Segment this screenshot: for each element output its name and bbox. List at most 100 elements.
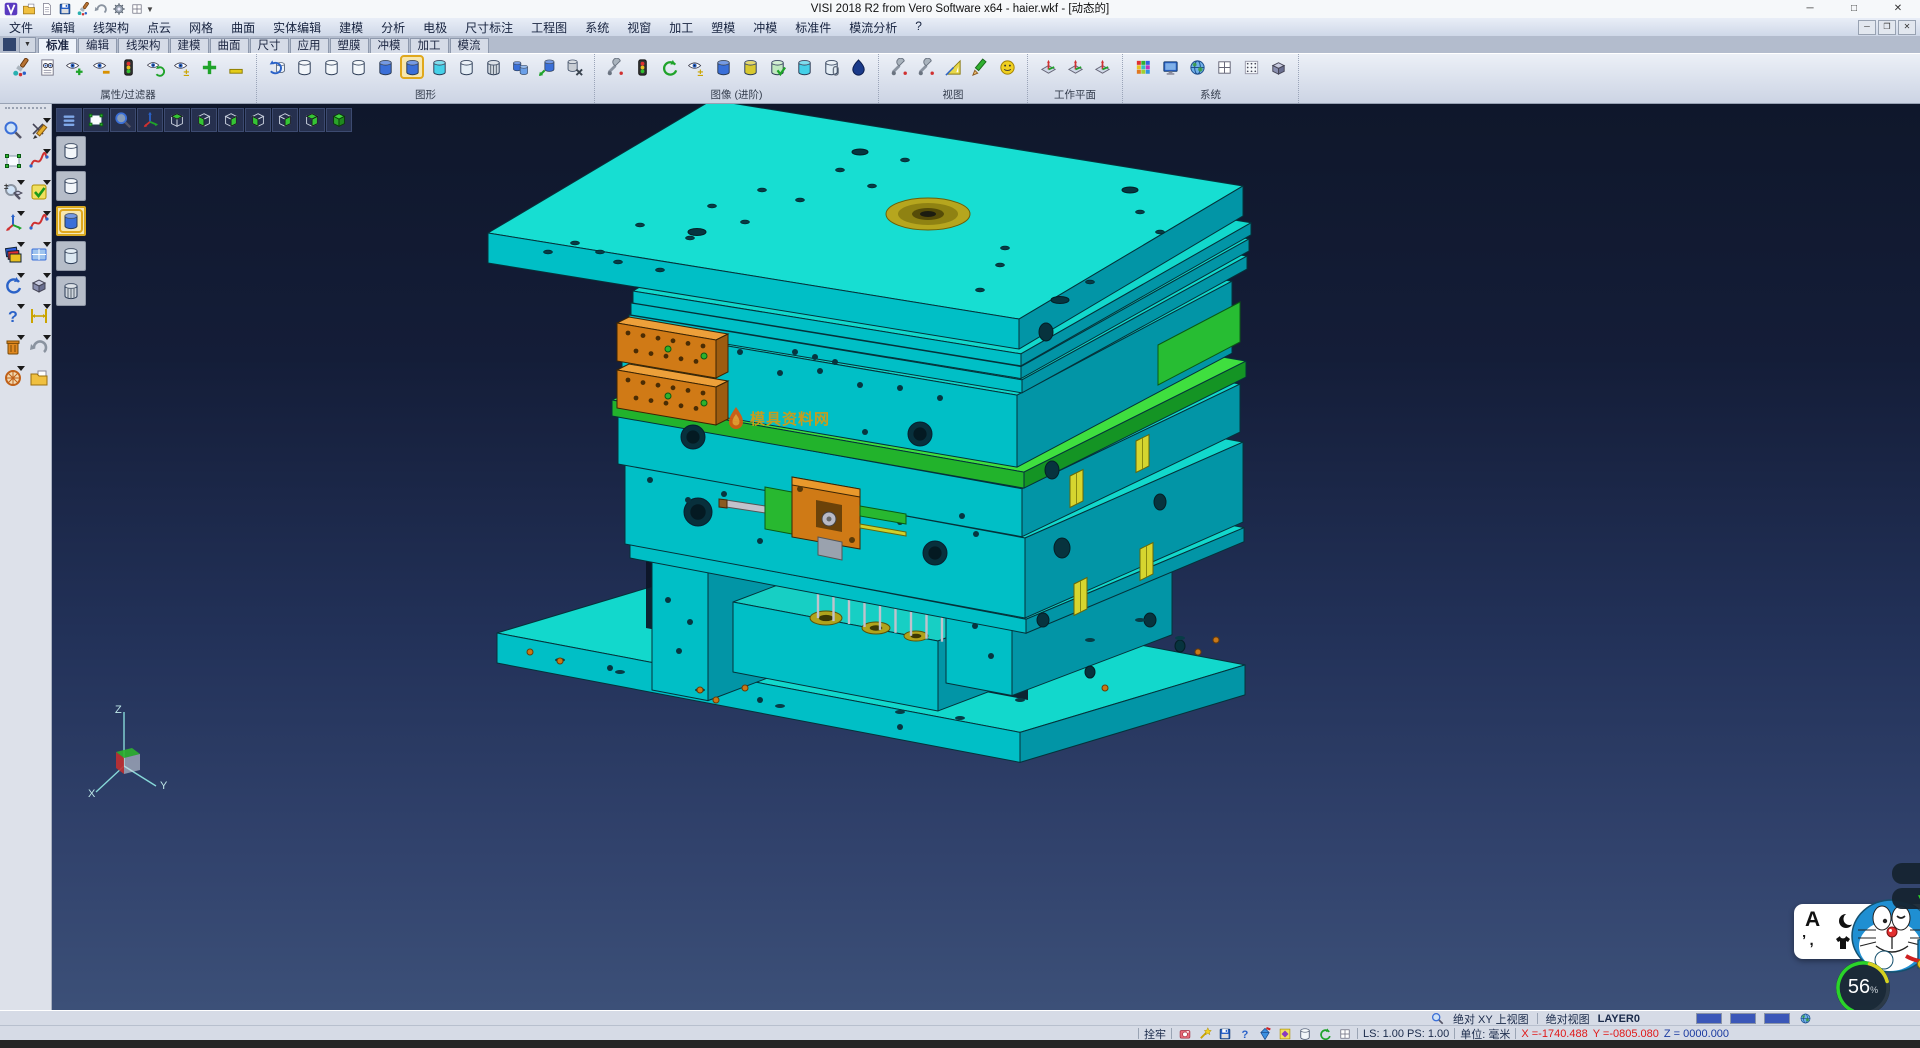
menu-item-11[interactable]: 工程图 bbox=[522, 18, 576, 37]
attribute-preview-icon[interactable] bbox=[37, 57, 57, 77]
view-smiley-icon[interactable] bbox=[997, 57, 1017, 77]
paint-icon[interactable] bbox=[75, 2, 90, 17]
selection-zoom-icon[interactable] bbox=[3, 120, 23, 140]
quick-access-caret-icon[interactable]: ▼ bbox=[144, 5, 154, 14]
app-logo-icon[interactable] bbox=[3, 2, 18, 17]
snapshot-icon[interactable] bbox=[1177, 1026, 1192, 1041]
refresh-rotate-icon[interactable] bbox=[1317, 1026, 1332, 1041]
grid-icon[interactable] bbox=[129, 2, 144, 17]
selection-wand-icon[interactable] bbox=[1197, 1026, 1212, 1041]
image-layer-blue-icon[interactable] bbox=[713, 57, 733, 77]
tab-10[interactable]: 模流 bbox=[450, 38, 489, 53]
layers-palette-icon[interactable] bbox=[3, 244, 23, 264]
dropdown-caret-icon[interactable] bbox=[43, 304, 51, 309]
toggle-visibility-icon[interactable]: ± bbox=[172, 57, 192, 77]
new-document-icon[interactable] bbox=[39, 2, 54, 17]
view-tools-icon[interactable] bbox=[889, 57, 909, 77]
tab-8[interactable]: 冲模 bbox=[370, 38, 409, 53]
view-left-icon[interactable] bbox=[194, 110, 214, 130]
show-entities-icon[interactable] bbox=[64, 57, 84, 77]
save-disk-icon[interactable] bbox=[57, 2, 72, 17]
view-top-icon[interactable] bbox=[167, 110, 187, 130]
tab-7[interactable]: 塑膜 bbox=[330, 38, 369, 53]
menu-item-3[interactable]: 点云 bbox=[138, 18, 180, 37]
select-window-icon[interactable] bbox=[86, 110, 106, 130]
tab-2[interactable]: 线架构 bbox=[118, 38, 169, 53]
help-icon[interactable]: ? bbox=[1237, 1026, 1252, 1041]
view-tools2-icon[interactable] bbox=[916, 57, 936, 77]
undo-arrow-icon[interactable] bbox=[29, 337, 49, 357]
3d-viewport[interactable]: 模具资料网 Z X Y A ’ , bbox=[52, 104, 1920, 1010]
strip-layer-light-icon[interactable] bbox=[61, 246, 81, 266]
strip-layer-striped-icon[interactable] bbox=[61, 281, 81, 301]
strip-layer-outline-icon[interactable] bbox=[61, 141, 81, 161]
dropdown-caret-icon[interactable] bbox=[43, 180, 51, 185]
system-box-icon[interactable] bbox=[1268, 57, 1288, 77]
layer-pair-icon[interactable] bbox=[510, 57, 530, 77]
menu-item-5[interactable]: 曲面 bbox=[222, 18, 264, 37]
close-button[interactable]: ✕ bbox=[1876, 0, 1920, 18]
sidebar-grip[interactable] bbox=[5, 107, 46, 114]
workplane-yz-icon[interactable] bbox=[1092, 57, 1112, 77]
paint-filter-icon[interactable] bbox=[10, 57, 30, 77]
validate-check-icon[interactable] bbox=[29, 182, 49, 202]
color-swatch-3[interactable] bbox=[1764, 1013, 1790, 1024]
layer-active-icon[interactable] bbox=[402, 57, 422, 77]
globe-icon[interactable] bbox=[1798, 1011, 1813, 1026]
move-axes-icon[interactable] bbox=[3, 213, 23, 233]
layer-blue-icon[interactable] bbox=[375, 57, 395, 77]
curve-edit-icon[interactable] bbox=[29, 151, 49, 171]
layer-outline2-icon[interactable] bbox=[321, 57, 341, 77]
view-back-icon[interactable] bbox=[275, 110, 295, 130]
menu-item-10[interactable]: 尺寸标注 bbox=[456, 18, 522, 37]
navigate-compass-icon[interactable] bbox=[3, 368, 23, 388]
menu-item-4[interactable]: 网格 bbox=[180, 18, 222, 37]
material-gem-icon[interactable] bbox=[1257, 1026, 1272, 1041]
select-rectangle-icon[interactable] bbox=[3, 151, 23, 171]
minimize-button[interactable]: ─ bbox=[1788, 0, 1832, 18]
image-refresh-icon[interactable] bbox=[659, 57, 679, 77]
speed-gauge[interactable]: 56% bbox=[1834, 956, 1898, 1010]
menu-item-15[interactable]: 塑模 bbox=[702, 18, 744, 37]
menu-item-1[interactable]: 编辑 bbox=[42, 18, 84, 37]
zoom-extents-icon[interactable]: ± bbox=[3, 182, 23, 202]
mdi-close-button[interactable]: ✕ bbox=[1898, 20, 1916, 35]
menu-item-6[interactable]: 实体编辑 bbox=[264, 18, 330, 37]
layer-tools-icon[interactable] bbox=[564, 57, 584, 77]
menu-item-18[interactable]: 模流分析 bbox=[840, 18, 906, 37]
dropdown-caret-icon[interactable] bbox=[43, 273, 51, 278]
undo-icon[interactable] bbox=[93, 2, 108, 17]
add-visible-icon[interactable] bbox=[199, 57, 219, 77]
settings-gear-icon[interactable] bbox=[111, 2, 126, 17]
menu-item-14[interactable]: 加工 bbox=[660, 18, 702, 37]
tab-9[interactable]: 加工 bbox=[410, 38, 449, 53]
menu-item-9[interactable]: 电极 bbox=[414, 18, 456, 37]
system-globe-icon[interactable] bbox=[1187, 57, 1207, 77]
help-question-icon[interactable]: ? bbox=[3, 306, 23, 326]
zoom-icon[interactable] bbox=[113, 110, 133, 130]
hide-entities-icon[interactable] bbox=[91, 57, 111, 77]
view-shaded-icon[interactable] bbox=[329, 110, 349, 130]
refresh-layers-icon[interactable] bbox=[267, 57, 287, 77]
image-shield-icon[interactable] bbox=[848, 57, 868, 77]
workplane-xz-icon[interactable] bbox=[1065, 57, 1085, 77]
remove-visible-icon[interactable] bbox=[226, 57, 246, 77]
layer-move-icon[interactable] bbox=[537, 57, 557, 77]
layer-outline-icon[interactable] bbox=[294, 57, 314, 77]
image-layer-check-icon[interactable] bbox=[767, 57, 787, 77]
measure-distance-icon[interactable] bbox=[29, 306, 49, 326]
layer-outline3-icon[interactable] bbox=[348, 57, 368, 77]
menu-item-19[interactable]: ? bbox=[906, 18, 931, 37]
maximize-button[interactable]: □ bbox=[1832, 0, 1876, 18]
dropdown-caret-icon[interactable] bbox=[17, 242, 25, 247]
workplane-box-icon[interactable] bbox=[1277, 1026, 1292, 1041]
color-swatch-2[interactable] bbox=[1730, 1013, 1756, 1024]
strip-layer-active-icon[interactable] bbox=[61, 211, 81, 231]
sketch-trim-icon[interactable] bbox=[29, 120, 49, 140]
image-tools-icon[interactable] bbox=[605, 57, 625, 77]
menu-item-7[interactable]: 建模 bbox=[330, 18, 372, 37]
view-front-icon[interactable] bbox=[248, 110, 268, 130]
dropdown-caret-icon[interactable] bbox=[43, 242, 51, 247]
dropdown-caret-icon[interactable] bbox=[43, 149, 51, 154]
menu-item-2[interactable]: 线架构 bbox=[84, 18, 138, 37]
